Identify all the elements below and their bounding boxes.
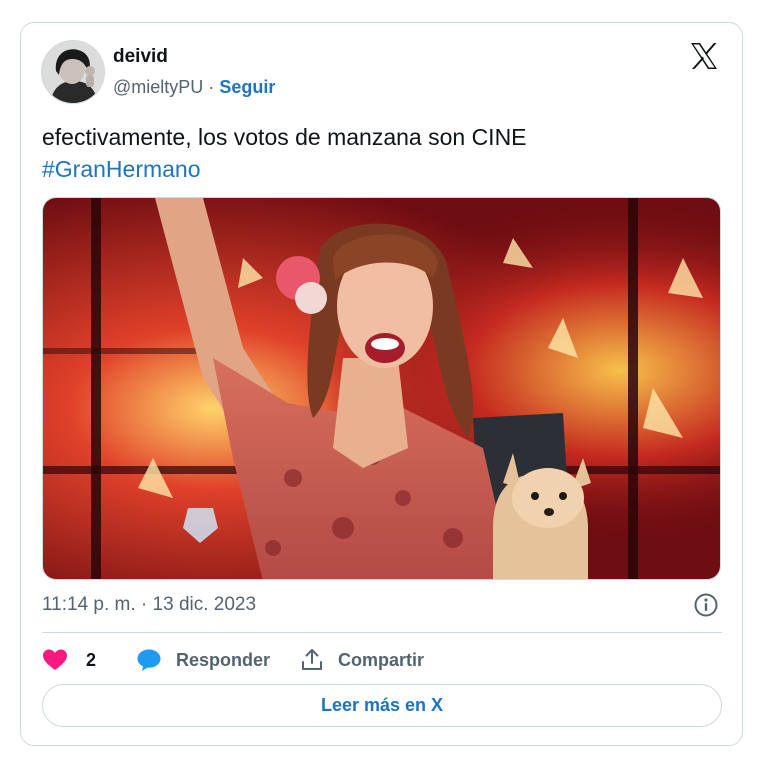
read-more-button[interactable]: Leer más en X	[42, 684, 722, 727]
info-icon[interactable]	[693, 592, 719, 618]
follow-button[interactable]: Seguir	[219, 77, 275, 97]
share-upload-icon	[300, 648, 324, 672]
tweet-body: efectivamente, los votos de manzana son …	[42, 124, 527, 150]
tweet-text: efectivamente, los votos de manzana son …	[42, 121, 722, 185]
tweet-card: deivid @mieltyPU · Seguir efectivamente,…	[20, 22, 743, 746]
tweet-image[interactable]	[42, 197, 721, 580]
divider	[42, 632, 722, 633]
heart-icon	[42, 648, 68, 672]
author-handle-row: @mieltyPU · Seguir	[113, 77, 275, 98]
avatar[interactable]	[41, 40, 105, 104]
reply-button[interactable]: Responder	[136, 648, 300, 672]
share-button[interactable]: Compartir	[300, 648, 424, 672]
tweet-timestamp[interactable]: 11:14 p. m. · 13 dic. 2023	[42, 594, 256, 616]
tweet-photo	[43, 198, 720, 579]
hashtag-link[interactable]: #GranHermano	[42, 153, 722, 185]
speech-bubble-icon	[136, 648, 162, 672]
x-logo-icon[interactable]	[688, 40, 720, 72]
share-label: Compartir	[338, 649, 425, 670]
action-bar: 2 Responder Compartir	[42, 643, 424, 677]
separator-dot: ·	[208, 77, 215, 97]
author-handle[interactable]: @mieltyPU	[113, 77, 203, 97]
reply-label: Responder	[176, 649, 271, 670]
like-button[interactable]: 2	[42, 648, 136, 672]
like-count: 2	[86, 649, 97, 670]
author-name[interactable]: deivid	[113, 46, 168, 68]
avatar-photo	[42, 41, 104, 103]
